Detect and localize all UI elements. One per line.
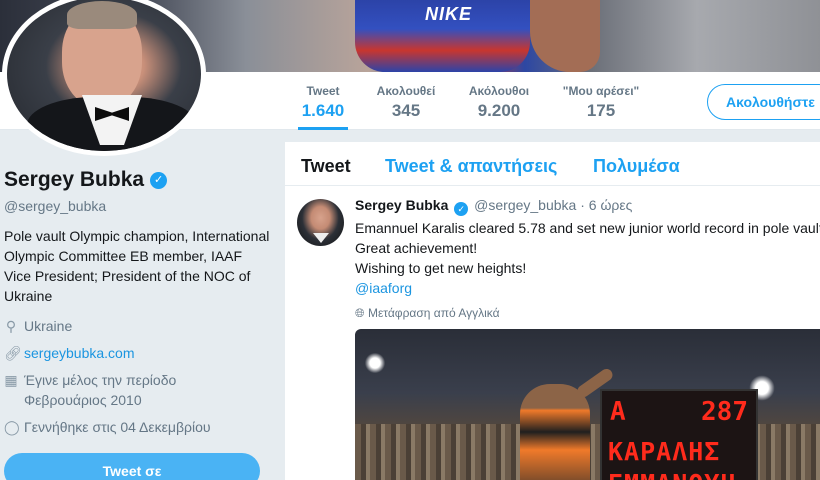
stat-likes[interactable]: "Μου αρέσει" 175 xyxy=(558,84,644,121)
tweet-avatar[interactable] xyxy=(297,199,344,246)
banner-athlete-arm xyxy=(530,0,600,72)
calendar-icon: ▦ xyxy=(4,372,18,388)
profile-location-text: Ukraine xyxy=(24,318,73,334)
stat-likes-value: 175 xyxy=(586,101,616,120)
profile-joined: ▦ Έγινε μέλος την περίοδο Φεβρουάριος 20… xyxy=(4,370,274,410)
tab-tweets-replies[interactable]: Tweet & απαντήσεις xyxy=(385,156,557,177)
translate-tweet[interactable]: 🌐︎ Μετάφραση από Αγγλικά xyxy=(355,306,820,321)
stat-followers-label: Ακόλουθοι xyxy=(468,84,530,98)
tweet-author-handle[interactable]: @sergey_bubka xyxy=(474,197,576,213)
tweet-timestamp[interactable]: · 6 ώρες xyxy=(580,197,632,213)
tweet-header: Sergey Bubka ✓ @sergey_bubka · 6 ώρες xyxy=(355,197,820,216)
stat-following-value: 345 xyxy=(391,101,421,120)
tab-tweets[interactable]: Tweet xyxy=(301,156,351,177)
scoreboard-line2: ΕΜΜΑΝΟΥΗ xyxy=(608,469,736,480)
tweet-media-photo[interactable]: Α 287 ΚΑΡΑΛΗΣ ΕΜΜΑΝΟΥΗ xyxy=(355,329,820,480)
profile-website: 🔗︎ sergeybubka.com xyxy=(4,343,274,363)
banner-shirt-text: NIKE xyxy=(425,4,473,24)
profile-avatar[interactable] xyxy=(2,0,206,156)
tweet-to-button[interactable]: Tweet σε xyxy=(4,453,260,480)
tweet-text: Emannuel Karalis cleared 5.78 and set ne… xyxy=(355,218,820,298)
avatar-hair xyxy=(67,1,137,29)
tweet-mention-link[interactable]: @iaaforg xyxy=(355,278,820,298)
scoreboard-letter: Α xyxy=(610,397,626,427)
stat-followers[interactable]: Ακόλουθοι 9.200 xyxy=(464,84,534,121)
profile-website-link[interactable]: sergeybubka.com xyxy=(24,343,135,363)
verified-badge-icon: ✓ xyxy=(454,202,469,216)
verified-badge-icon: ✓ xyxy=(150,171,168,189)
profile-joined-line1: Έγινε μέλος την περίοδο xyxy=(24,372,177,388)
profile-location: ⚲ Ukraine xyxy=(4,316,274,336)
stat-followers-value: 9.200 xyxy=(477,101,521,120)
profile-handle[interactable]: @sergey_bubka xyxy=(4,198,274,214)
tweet-author-name[interactable]: Sergey Bubka xyxy=(355,197,448,213)
profile-birthday-text: Γεννήθηκε στις 04 Δεκεμβρίου xyxy=(24,419,211,435)
tweet-body: Sergey Bubka ✓ @sergey_bubka · 6 ώρες Em… xyxy=(355,197,820,321)
stat-tweets-value: 1.640 xyxy=(301,101,345,120)
tweet-line: Great achievement! xyxy=(355,240,478,256)
profile-bio: Pole vault Olympic champion, Internation… xyxy=(4,228,270,304)
follow-button[interactable]: Ακολουθήστε xyxy=(707,84,820,120)
profile-joined-line2: Φεβρουάριος 2010 xyxy=(24,392,142,408)
stat-tweets[interactable]: Tweet 1.640 xyxy=(298,84,348,130)
location-pin-icon: ⚲ xyxy=(5,318,17,334)
tab-media[interactable]: Πολυμέσα xyxy=(593,156,680,177)
profile-birthday: ◯ Γεννήθηκε στις 04 Δεκεμβρίου xyxy=(4,417,274,437)
globe-icon: 🌐︎ xyxy=(355,306,365,320)
translate-tweet-label: Μετάφραση από Αγγλικά xyxy=(367,306,500,320)
photo-athlete xyxy=(520,384,590,480)
scoreboard-line1: ΚΑΡΑΛΗΣ xyxy=(608,437,721,466)
balloon-icon: ◯ xyxy=(4,419,20,435)
profile-card: Sergey Bubka ✓ @sergey_bubka Pole vault … xyxy=(4,168,274,444)
scoreboard-number: 287 xyxy=(701,397,748,427)
scoreboard: Α 287 ΚΑΡΑΛΗΣ ΕΜΜΑΝΟΥΗ xyxy=(600,389,758,480)
link-icon: 🔗︎ xyxy=(4,345,22,361)
stat-likes-label: "Μου αρέσει" xyxy=(562,84,640,98)
tweet-line: Wishing to get new heights! xyxy=(355,260,527,276)
stadium-light xyxy=(363,351,387,375)
stat-following[interactable]: Ακολουθεί 345 xyxy=(372,84,440,121)
timeline-tabs: Tweet Tweet & απαντήσεις Πολυμέσα xyxy=(285,142,820,186)
timeline: Tweet Tweet & απαντήσεις Πολυμέσα Sergey… xyxy=(285,142,820,480)
tweet-line: Emannuel Karalis cleared 5.78 and set ne… xyxy=(355,220,820,236)
profile-name-row: Sergey Bubka ✓ xyxy=(4,168,274,192)
profile-joined-text: Έγινε μέλος την περίοδο Φεβρουάριος 2010 xyxy=(24,370,176,410)
profile-meta: ⚲ Ukraine 🔗︎ sergeybubka.com ▦ Έγινε μέλ… xyxy=(4,316,274,437)
stat-following-label: Ακολουθεί xyxy=(376,84,436,98)
profile-name[interactable]: Sergey Bubka xyxy=(4,168,144,192)
stat-tweets-label: Tweet xyxy=(306,84,340,98)
